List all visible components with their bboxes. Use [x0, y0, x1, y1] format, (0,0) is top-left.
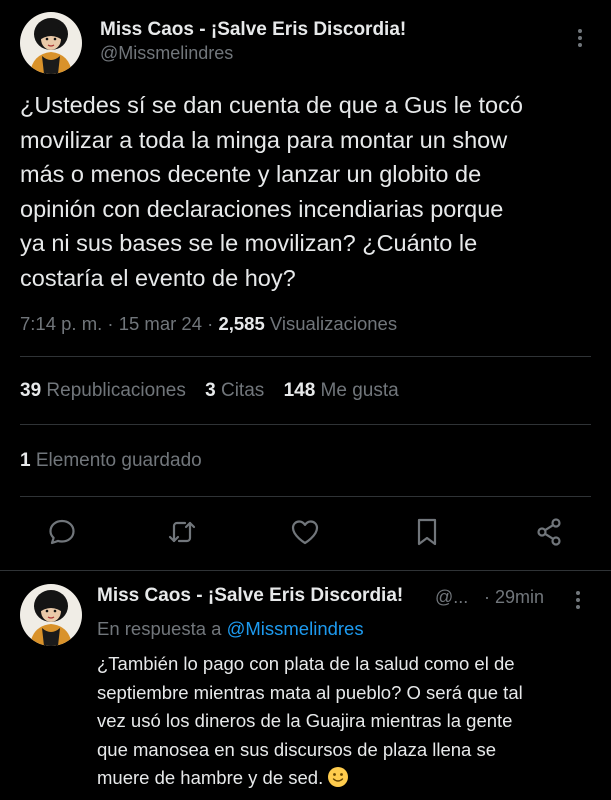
bookmark-icon[interactable]: [411, 516, 443, 548]
quotes-stat[interactable]: 3 Citas: [205, 380, 264, 401]
tweet-date[interactable]: 15 mar 24: [119, 313, 202, 334]
author-name[interactable]: Miss Caos - ¡Salve Eris Discordia!: [100, 19, 406, 41]
likes-count: 148: [283, 380, 316, 401]
saved-stat[interactable]: 1 Elemento guardado: [20, 450, 202, 472]
avatar[interactable]: [20, 12, 82, 74]
divider: [0, 570, 611, 571]
reply-time[interactable]: · 29min: [484, 587, 544, 608]
engagement-stats: 39 Republicaciones 3 Citas 148 Me gusta: [20, 380, 413, 402]
reply-avatar[interactable]: [20, 584, 82, 646]
avatar-image: [20, 584, 82, 646]
divider: [20, 496, 591, 497]
slightly-smiling-face-emoji: [327, 766, 349, 788]
meta-separator: ·: [207, 313, 214, 334]
reply-icon[interactable]: [46, 516, 78, 548]
more-options-icon[interactable]: [570, 26, 590, 50]
reply-text-block: ¿También lo pago con plata de la salud c…: [97, 650, 597, 793]
reply-author-handle[interactable]: @...: [435, 587, 468, 608]
reply-prefix: En respuesta a: [97, 618, 222, 639]
saved-label: Elemento guardado: [35, 450, 202, 471]
author-handle[interactable]: @Missmelindres: [100, 43, 233, 64]
more-options-icon[interactable]: [568, 588, 588, 612]
avatar-image: [20, 12, 82, 74]
reply-text: ¿También lo pago con plata de la salud c…: [97, 653, 523, 788]
like-icon[interactable]: [289, 516, 321, 548]
tweet-meta: 7:14 p. m. · 15 mar 24 · 2,585 Visualiza…: [20, 313, 397, 335]
quotes-label: Citas: [220, 380, 265, 401]
tweet-time[interactable]: 7:14 p. m.: [20, 313, 102, 334]
reposts-count: 39: [20, 380, 42, 401]
tweet-text: ¿Ustedes sí se dan cuenta de que a Gus l…: [20, 92, 523, 291]
repost-icon[interactable]: [166, 516, 198, 548]
views-count[interactable]: 2,585: [218, 313, 264, 334]
divider: [20, 424, 591, 425]
saved-count: 1: [20, 450, 31, 471]
meta-separator: ·: [107, 313, 114, 334]
likes-label: Me gusta: [320, 380, 399, 401]
reposts-label: Republicaciones: [46, 380, 186, 401]
reposts-stat[interactable]: 39 Republicaciones: [20, 380, 186, 401]
quotes-count: 3: [205, 380, 216, 401]
likes-stat[interactable]: 148 Me gusta: [284, 380, 399, 401]
divider: [20, 356, 591, 357]
views-label[interactable]: Visualizaciones: [270, 313, 397, 334]
share-icon[interactable]: [533, 516, 565, 548]
reply-context: En respuesta a @Missmelindres: [97, 618, 364, 640]
reply-to-link[interactable]: @Missmelindres: [227, 618, 364, 639]
reply-author-name[interactable]: Miss Caos - ¡Salve Eris Discordia!: [97, 585, 403, 607]
